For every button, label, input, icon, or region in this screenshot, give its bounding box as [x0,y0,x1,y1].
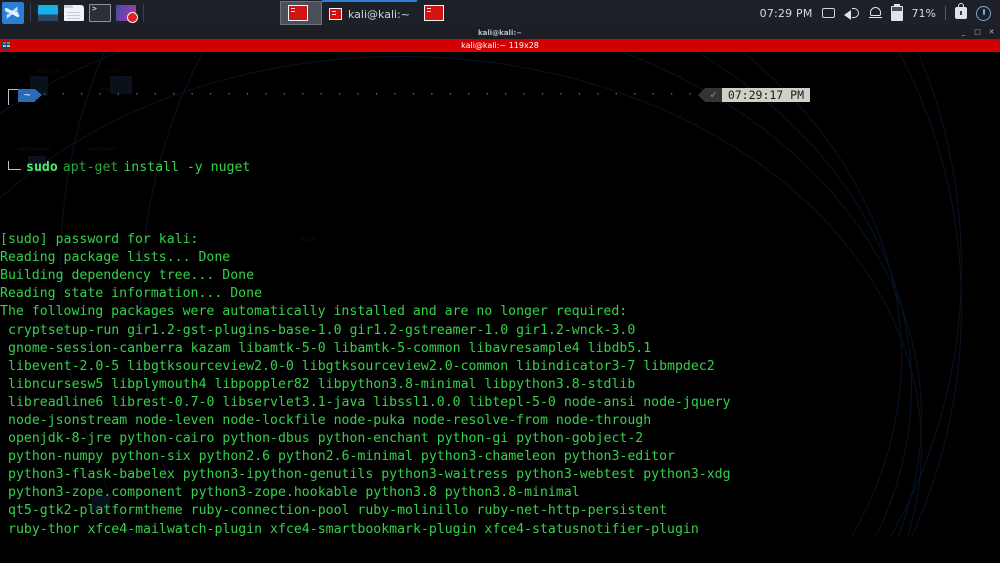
launcher-divider [30,4,31,22]
tray-divider [945,6,946,20]
battery-icon[interactable] [890,3,903,21]
maximize-button[interactable]: □ [974,29,981,36]
file-manager-icon[interactable] [62,2,86,24]
screen-recorder-icon[interactable] [114,2,138,24]
volume-icon[interactable] [843,6,860,20]
taskbar: kali@kali:~ 07:29 PM 71% [0,0,1000,26]
battery-percentage: 71% [911,6,936,20]
workspace-switcher-icon[interactable] [36,2,60,24]
window-controls: _ □ ✕ [960,26,995,39]
terminal-window-icon-3 [423,5,444,21]
power-icon[interactable] [976,5,991,21]
display-icon[interactable] [821,8,835,18]
taskbar-window-button-1[interactable] [280,1,322,25]
terminal-tab-label: kali@kali:~ 119x28 [461,41,539,50]
taskbar-window-list: kali@kali:~ [156,0,760,26]
desktop-screen: kali@kali:~ 07:29 PM 71% kali@kali:~ _ □ [0,0,1000,563]
terminal-window: kali@kali:~ _ □ ✕ kali@kali:~ 119x28 [0,26,1000,563]
bell-icon[interactable] [868,6,882,20]
taskbar-window-button-2[interactable]: kali@kali:~ [322,0,417,26]
terminal-window-icon-2 [329,8,342,20]
minimize-button[interactable]: _ [960,29,967,36]
taskbar-window-button-3[interactable] [417,1,451,25]
terminal-tab-bar[interactable]: kali@kali:~ 119x28 [0,39,1000,52]
terminal-tab-icon [2,41,10,49]
lock-icon[interactable] [955,3,967,19]
launcher-divider-2 [143,4,144,22]
system-tray: 07:29 PM 71% [760,3,1000,21]
taskbar-window-spacer [156,1,280,25]
taskbar-launchers [0,0,148,26]
close-button[interactable]: ✕ [988,29,995,36]
terminal-window-icon [288,5,308,21]
kali-menu-icon[interactable] [1,2,25,24]
clock[interactable]: 07:29 PM [760,7,813,20]
window-title: kali@kali:~ [477,28,523,37]
window-titlebar[interactable]: kali@kali:~ _ □ ✕ [0,26,1000,39]
terminal-icon[interactable] [88,2,112,24]
taskbar-window-label-2: kali@kali:~ [348,7,410,21]
